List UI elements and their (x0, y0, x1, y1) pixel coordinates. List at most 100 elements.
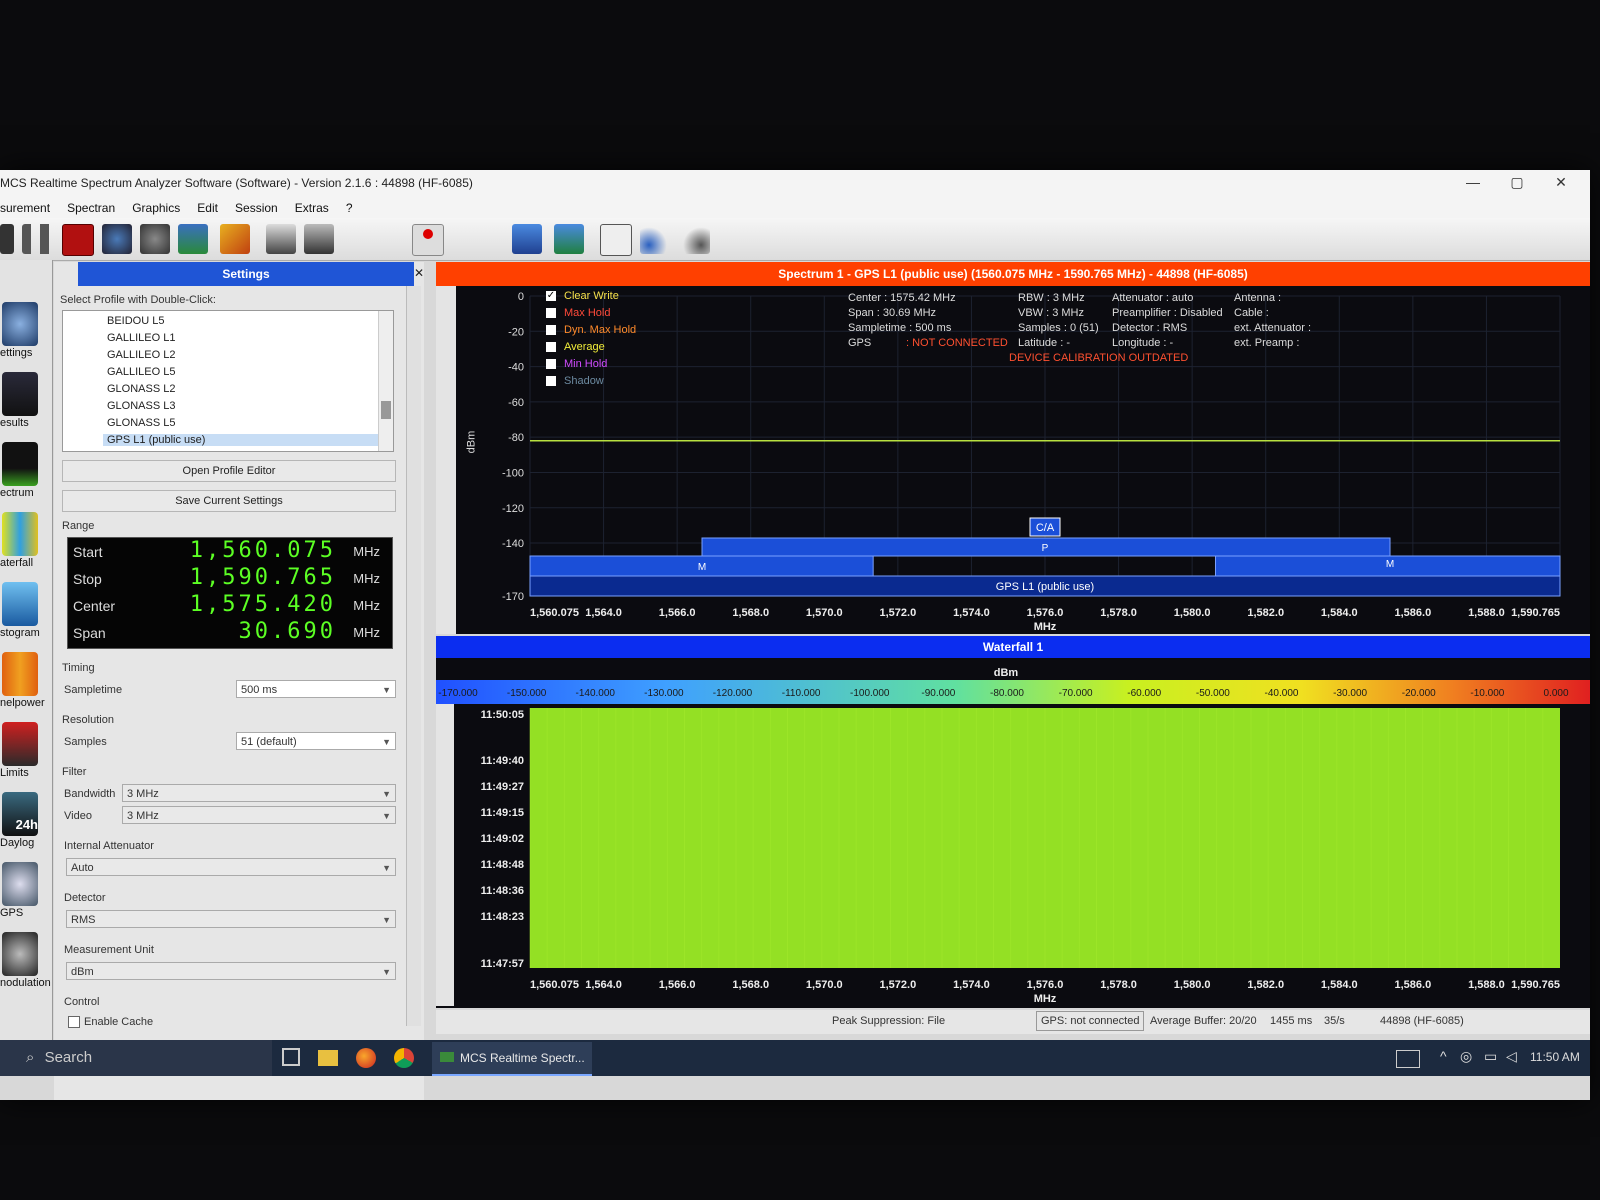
open-profile-editor-button[interactable]: Open Profile Editor (62, 460, 396, 482)
x-tick-label: 1,566.0 (659, 607, 696, 619)
camera-icon[interactable] (304, 224, 334, 254)
detector-label: Detector (64, 892, 106, 904)
results-view-icon (2, 372, 38, 416)
menu-graphics[interactable]: Graphics (132, 201, 180, 215)
list-item[interactable]: GALLILEO L2 (107, 349, 176, 361)
chevron-down-icon: ▼ (382, 863, 391, 873)
unit-select[interactable]: dBm ▼ (66, 962, 396, 980)
range-display[interactable]: Start 1,560.075 MHz Stop 1,590.765 MHz C… (67, 537, 393, 649)
x-tick-label: 1,584.0 (1321, 979, 1358, 991)
detector-select[interactable]: RMS ▼ (66, 910, 396, 928)
settings-close-icon[interactable]: ✕ (414, 266, 424, 280)
view-limits[interactable]: Limits (0, 722, 50, 779)
play-icon[interactable] (0, 224, 14, 254)
chevron-down-icon: ▼ (382, 811, 391, 821)
range-stop-row[interactable]: Stop 1,590.765 MHz (68, 565, 392, 591)
pause-icon[interactable] (22, 224, 52, 254)
toolbar (0, 218, 1590, 261)
maximize-button[interactable]: ▢ (1502, 174, 1532, 192)
enable-cache-checkbox[interactable]: Enable Cache (68, 1016, 153, 1029)
connect-icon[interactable] (512, 224, 542, 254)
network-icon[interactable] (178, 224, 208, 254)
view-waterfall[interactable]: aterfall (0, 512, 50, 569)
view-settings[interactable]: ettings (0, 302, 50, 359)
view-channelpower[interactable]: nelpower (0, 652, 50, 709)
waterfall-chart[interactable]: dBm -170.000 -150.000 -140.000 -130.000 -120.… (436, 658, 1590, 1008)
view-results[interactable]: esults (0, 372, 50, 429)
marker-icon[interactable] (600, 224, 632, 256)
taskbar-app[interactable]: MCS Realtime Spectr... (432, 1042, 592, 1076)
list-item[interactable]: GLONASS L5 (107, 417, 175, 429)
menu-extras[interactable]: Extras (295, 201, 329, 215)
menu-measurement[interactable]: surement (0, 201, 50, 215)
spectrum-view-icon (2, 442, 38, 486)
view-spectrum[interactable]: ectrum (0, 442, 50, 499)
view-histogram[interactable]: stogram (0, 582, 50, 639)
view-gps[interactable]: GPS (0, 862, 50, 919)
add-device-icon[interactable] (554, 224, 584, 254)
search-icon: ⌕ (26, 1049, 35, 1066)
trace-dyn-max-hold[interactable]: Dyn. Max Hold (546, 324, 636, 336)
keyboard-icon[interactable] (1396, 1050, 1420, 1068)
save-settings-button[interactable]: Save Current Settings (62, 490, 396, 512)
spectrum-chart[interactable]: 0 -20 -40 -60 -80 -100 -120 -140 -170 C/A P M M GPS L… (436, 286, 1590, 634)
minimize-button[interactable]: — (1458, 174, 1488, 192)
view-demodulation[interactable]: nodulation (0, 932, 51, 989)
sampletime-select[interactable]: 500 ms ▼ (236, 680, 396, 698)
trace-shadow[interactable]: Shadow (546, 375, 604, 387)
list-item[interactable]: GLONASS L3 (107, 400, 175, 412)
list-item[interactable]: GALLILEO L5 (107, 366, 176, 378)
gear-icon[interactable] (140, 224, 170, 254)
profile-list[interactable]: BEIDOU L5 GALLILEO L1 GALLILEO L2 GALLIL… (62, 310, 394, 452)
list-item[interactable]: BEIDOU L5 (107, 315, 164, 327)
trace-min-hold[interactable]: Min Hold (546, 358, 607, 370)
menu-help[interactable]: ? (346, 201, 353, 215)
battery-icon[interactable]: ▭ (1484, 1048, 1497, 1065)
scale-tick-label: 0.000 (1543, 688, 1568, 699)
time-label: 11:48:36 (481, 885, 524, 897)
probe-icon[interactable] (102, 224, 132, 254)
task-view-icon[interactable] (282, 1048, 300, 1066)
samples-select[interactable]: 51 (default) ▼ (236, 732, 396, 750)
video-select[interactable]: 3 MHz ▼ (122, 806, 396, 824)
trace-clear-write[interactable]: ✓ Clear Write (546, 290, 619, 302)
list-item[interactable]: GALLILEO L1 (107, 332, 176, 344)
menu-edit[interactable]: Edit (197, 201, 218, 215)
list-item[interactable]: GLONASS L2 (107, 383, 175, 395)
profile-scrollbar[interactable] (378, 311, 393, 451)
chevron-up-icon[interactable]: ^ (1440, 1048, 1447, 1064)
file-explorer-icon[interactable] (318, 1050, 338, 1066)
scale-tick-label: -70.000 (1059, 688, 1093, 699)
menu-session[interactable]: Session (235, 201, 278, 215)
x-tick-label: 1,578.0 (1100, 607, 1137, 619)
scale-tick-label: -50.000 (1196, 688, 1230, 699)
undo-icon[interactable] (640, 224, 670, 254)
menu-spectran[interactable]: Spectran (67, 201, 115, 215)
firefox-icon[interactable] (356, 1048, 376, 1068)
tools-icon[interactable] (220, 224, 250, 254)
globe-icon[interactable]: ◎ (1460, 1048, 1472, 1065)
view-daylog[interactable]: 24h Daylog (0, 792, 50, 849)
chrome-icon[interactable] (394, 1048, 414, 1068)
range-start-row[interactable]: Start 1,560.075 MHz (68, 538, 392, 564)
trace-average[interactable]: Average (546, 341, 605, 353)
x-tick-label: 1,572.0 (880, 607, 917, 619)
taskbar-search[interactable]: ⌕ Search (0, 1040, 272, 1076)
bandwidth-label: Bandwidth (64, 788, 116, 800)
attenuator-select[interactable]: Auto ▼ (66, 858, 396, 876)
range-center-row[interactable]: Center 1,575.420 MHz (68, 592, 392, 618)
stop-icon[interactable] (62, 224, 94, 256)
waterfall-panel: dBm -170.000 -150.000 -140.000 -130.000 -120.… (436, 658, 1590, 1008)
close-button[interactable]: ✕ (1546, 174, 1576, 192)
list-item-selected[interactable]: GPS L1 (public use) (103, 434, 387, 446)
settings-scrollbar[interactable] (406, 286, 421, 1026)
redo-icon[interactable] (680, 224, 710, 254)
trace-max-hold[interactable]: Max Hold (546, 307, 610, 319)
range-span-row[interactable]: Span 30.690 MHz (68, 619, 392, 645)
record-icon[interactable] (412, 224, 444, 256)
taskbar: ⌕ Search MCS Realtime Spectr... ^ ◎ ▭ ◁ … (0, 1040, 1590, 1076)
device-icon[interactable] (266, 224, 296, 254)
channelpower-view-icon (2, 652, 38, 696)
bandwidth-select[interactable]: 3 MHz ▼ (122, 784, 396, 802)
volume-icon[interactable]: ◁ (1506, 1048, 1517, 1065)
